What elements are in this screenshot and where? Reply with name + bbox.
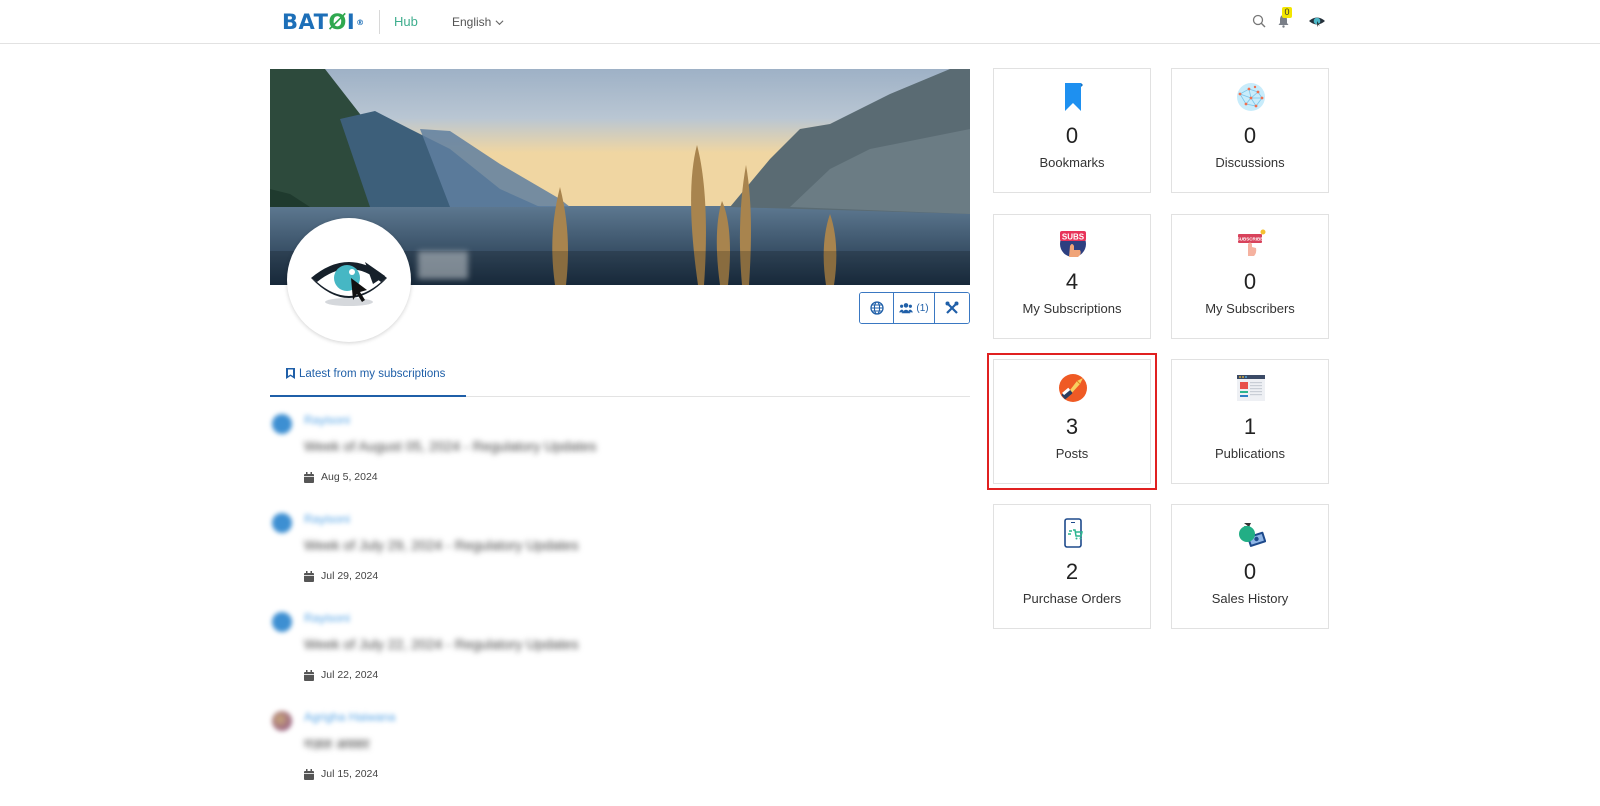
stat-label: Publications	[1214, 446, 1286, 461]
post-date-text: Jul 29, 2024	[321, 570, 379, 582]
stat-card-bookmarks[interactable]: 0 Bookmarks	[993, 68, 1151, 193]
calendar-icon	[304, 471, 314, 483]
stat-count: 0	[1243, 269, 1257, 294]
stat-count: 1	[1243, 414, 1257, 439]
profile-name-blurred	[418, 251, 468, 279]
stat-count: 0	[1243, 123, 1257, 148]
svg-text:SUBSCRIBE: SUBSCRIBE	[1237, 237, 1264, 242]
stat-card-purchase-orders[interactable]: 2 Purchase Orders	[993, 504, 1151, 629]
post-date-text: Jul 15, 2024	[321, 768, 379, 780]
stat-label: Bookmarks	[1039, 155, 1105, 170]
stat-card-publications[interactable]: 1 Publications	[1171, 359, 1329, 484]
svg-text:SUBS: SUBS	[1062, 233, 1085, 242]
stat-label: Purchase Orders	[1022, 591, 1122, 606]
post-title[interactable]: Week of July 22, 2024 - Regulatory Updat…	[304, 636, 578, 652]
notification-badge: 0	[1282, 7, 1292, 18]
author-name[interactable]: Rayisoni	[304, 512, 350, 526]
user-avatar-icon[interactable]	[1308, 13, 1326, 29]
subscribe-hand-icon: SUBS	[1060, 231, 1086, 257]
stat-count: 2	[1065, 559, 1079, 584]
post-title[interactable]: Week of July 29, 2024 - Regulatory Updat…	[304, 537, 578, 553]
settings-button[interactable]	[935, 293, 969, 323]
post-date-text: Aug 5, 2024	[321, 471, 378, 483]
subscription-feed: Rayisoni Week of August 05, 2024 - Regul…	[270, 410, 970, 806]
stat-count: 4	[1065, 269, 1079, 294]
members-icon	[899, 303, 914, 314]
stat-count: 0	[1065, 123, 1079, 148]
eye-cursor-logo	[311, 262, 387, 306]
globe-icon	[869, 301, 884, 315]
members-count: (1)	[916, 302, 929, 314]
calendar-icon	[304, 570, 314, 582]
author-name[interactable]: Rayisoni	[304, 413, 350, 427]
stat-label: Posts	[1055, 446, 1089, 461]
money-bag-icon	[1239, 523, 1266, 547]
author-avatar[interactable]	[272, 612, 292, 632]
post-date-text: Jul 22, 2024	[321, 669, 379, 681]
stat-card-my-subscriptions[interactable]: SUBS 4 My Subscriptions	[993, 214, 1151, 339]
feed-item[interactable]: Rayisoni Week of July 29, 2024 - Regulat…	[270, 509, 970, 608]
language-selector[interactable]: English	[452, 15, 504, 29]
stat-count: 0	[1243, 559, 1257, 584]
post-title[interactable]: गज़ल अवसर	[304, 735, 369, 754]
post-title[interactable]: Week of August 05, 2024 - Regulatory Upd…	[304, 438, 596, 454]
profile-tabs: Latest from my subscriptions	[270, 352, 970, 397]
language-label: English	[452, 15, 492, 29]
author-name[interactable]: Rayisoni	[304, 611, 350, 625]
tools-icon	[945, 301, 959, 314]
stat-label: Sales History	[1211, 591, 1289, 606]
public-profile-button[interactable]	[860, 293, 894, 323]
post-date: Aug 5, 2024	[304, 471, 378, 483]
author-name[interactable]: Agrigha Haiwana	[304, 710, 395, 724]
tab-latest-subscriptions[interactable]: Latest from my subscriptions	[270, 352, 466, 397]
author-avatar[interactable]	[272, 414, 292, 434]
network-globe-icon	[1237, 83, 1265, 111]
stat-card-my-subscribers[interactable]: SUBSCRIBE 0 My Subscribers	[1171, 214, 1329, 339]
header-divider	[379, 10, 380, 34]
subscribe-button-icon: SUBSCRIBE	[1237, 229, 1266, 256]
profile-avatar[interactable]	[287, 218, 411, 342]
feed-item[interactable]: Agrigha Haiwana गज़ल अवसर Jul 15, 2024	[270, 707, 970, 806]
tab-label: Latest from my subscriptions	[299, 367, 446, 380]
calendar-icon	[304, 669, 314, 681]
stat-card-sales-history[interactable]: 0 Sales History	[1171, 504, 1329, 629]
browser-page-icon	[1237, 375, 1265, 401]
top-navbar: BAT Ø I ® Hub English 0	[0, 0, 1600, 44]
chevron-down-icon	[495, 19, 504, 25]
calendar-icon	[304, 768, 314, 780]
stat-label: My Subscribers	[1205, 301, 1295, 316]
hub-link[interactable]: Hub	[394, 14, 418, 29]
stat-card-discussions[interactable]: 0 Discussions	[1171, 68, 1329, 193]
post-date: Jul 22, 2024	[304, 669, 378, 681]
author-avatar[interactable]	[272, 711, 292, 731]
post-date: Jul 29, 2024	[304, 570, 378, 582]
bookmark-icon	[1065, 83, 1083, 111]
feed-item[interactable]: Rayisoni Week of July 22, 2024 - Regulat…	[270, 608, 970, 707]
pen-nib-icon	[1059, 374, 1087, 402]
stat-label: My Subscriptions	[1022, 301, 1122, 316]
search-icon[interactable]	[1252, 14, 1266, 28]
profile-action-group: (1)	[859, 292, 970, 324]
bookmark-icon	[286, 368, 295, 379]
stat-label: Discussions	[1215, 155, 1285, 170]
mobile-cart-icon	[1064, 518, 1083, 548]
post-date: Jul 15, 2024	[304, 768, 378, 780]
author-avatar[interactable]	[272, 513, 292, 533]
members-button[interactable]: (1)	[894, 293, 935, 323]
stat-count: 3	[1065, 414, 1079, 439]
feed-item[interactable]: Rayisoni Week of August 05, 2024 - Regul…	[270, 410, 970, 509]
batoi-logo[interactable]: BAT Ø I ®	[282, 10, 365, 34]
stat-card-posts[interactable]: 3 Posts	[993, 359, 1151, 484]
